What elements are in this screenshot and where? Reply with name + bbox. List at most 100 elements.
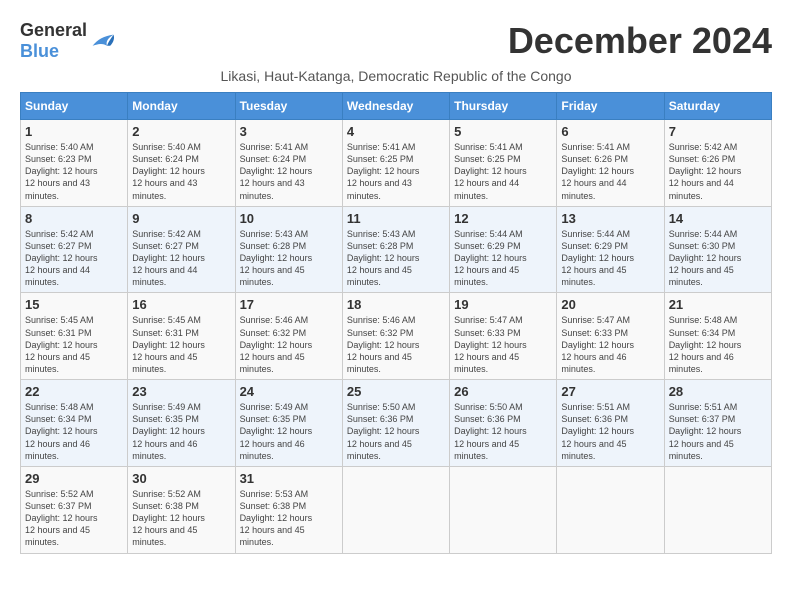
day-info: Sunrise: 5:40 AMSunset: 6:23 PMDaylight:…	[25, 141, 123, 202]
day-info: Sunrise: 5:45 AMSunset: 6:31 PMDaylight:…	[132, 314, 230, 375]
calendar-cell: 14 Sunrise: 5:44 AMSunset: 6:30 PMDayligh…	[664, 206, 771, 293]
day-info: Sunrise: 5:43 AMSunset: 6:28 PMDaylight:…	[240, 228, 338, 289]
day-header-tuesday: Tuesday	[235, 93, 342, 120]
calendar-cell: 20Sunrise: 5:47 AMSunset: 6:33 PMDayligh…	[557, 293, 664, 380]
calendar-cell: 12 Sunrise: 5:44 AMSunset: 6:29 PMDayligh…	[450, 206, 557, 293]
day-info: Sunrise: 5:51 AMSunset: 6:37 PMDaylight:…	[669, 401, 767, 462]
day-number: 29	[25, 471, 123, 486]
calendar-cell	[664, 466, 771, 553]
calendar-week-1: 1 Sunrise: 5:40 AMSunset: 6:23 PMDaylight…	[21, 120, 772, 207]
calendar-cell: 19 Sunrise: 5:47 AMSunset: 6:33 PMDayligh…	[450, 293, 557, 380]
day-number: 23	[132, 384, 230, 399]
calendar-table: SundayMondayTuesdayWednesdayThursdayFrid…	[20, 92, 772, 554]
calendar-cell: 5Sunrise: 5:41 AMSunset: 6:25 PMDaylight…	[450, 120, 557, 207]
day-header-thursday: Thursday	[450, 93, 557, 120]
calendar-cell: 7 Sunrise: 5:42 AMSunset: 6:26 PMDaylight…	[664, 120, 771, 207]
day-info: Sunrise: 5:52 AMSunset: 6:37 PMDaylight:…	[25, 488, 123, 549]
day-info: Sunrise: 5:41 AMSunset: 6:26 PMDaylight:…	[561, 141, 659, 202]
logo: General Blue	[20, 20, 115, 62]
logo-general: General	[20, 20, 87, 40]
day-info: Sunrise: 5:44 AMSunset: 6:30 PMDaylight:…	[669, 228, 767, 289]
calendar-cell: 29 Sunrise: 5:52 AMSunset: 6:37 PMDayligh…	[21, 466, 128, 553]
day-number: 5	[454, 124, 552, 139]
day-number: 9	[132, 211, 230, 226]
day-number: 8	[25, 211, 123, 226]
day-number: 1	[25, 124, 123, 139]
day-info: Sunrise: 5:42 AMSunset: 6:27 PMDaylight:…	[132, 228, 230, 289]
day-number: 24	[240, 384, 338, 399]
day-info: Sunrise: 5:41 AMSunset: 6:24 PMDaylight:…	[240, 141, 338, 202]
calendar-cell: 30 Sunrise: 5:52 AMSunset: 6:38 PMDayligh…	[128, 466, 235, 553]
day-number: 3	[240, 124, 338, 139]
day-info: Sunrise: 5:43 AMSunset: 6:28 PMDaylight:…	[347, 228, 445, 289]
day-info: Sunrise: 5:42 AMSunset: 6:27 PMDaylight:…	[25, 228, 123, 289]
day-number: 14	[669, 211, 767, 226]
day-header-monday: Monday	[128, 93, 235, 120]
day-number: 2	[132, 124, 230, 139]
calendar-cell: 3 Sunrise: 5:41 AMSunset: 6:24 PMDaylight…	[235, 120, 342, 207]
calendar-cell: 25Sunrise: 5:50 AMSunset: 6:36 PMDayligh…	[342, 380, 449, 467]
day-number: 6	[561, 124, 659, 139]
calendar-cell: 17Sunrise: 5:46 AMSunset: 6:32 PMDayligh…	[235, 293, 342, 380]
day-number: 30	[132, 471, 230, 486]
calendar-cell: 13Sunrise: 5:44 AMSunset: 6:29 PMDayligh…	[557, 206, 664, 293]
calendar-week-3: 15 Sunrise: 5:45 AMSunset: 6:31 PMDayligh…	[21, 293, 772, 380]
calendar-cell: 9 Sunrise: 5:42 AMSunset: 6:27 PMDaylight…	[128, 206, 235, 293]
calendar-cell: 22 Sunrise: 5:48 AMSunset: 6:34 PMDayligh…	[21, 380, 128, 467]
day-info: Sunrise: 5:48 AMSunset: 6:34 PMDaylight:…	[25, 401, 123, 462]
calendar-cell: 4Sunrise: 5:41 AMSunset: 6:25 PMDaylight…	[342, 120, 449, 207]
logo-text: General Blue	[20, 20, 87, 62]
day-info: Sunrise: 5:50 AMSunset: 6:36 PMDaylight:…	[454, 401, 552, 462]
calendar-week-2: 8 Sunrise: 5:42 AMSunset: 6:27 PMDaylight…	[21, 206, 772, 293]
header: General Blue December 2024	[20, 20, 772, 62]
day-info: Sunrise: 5:45 AMSunset: 6:31 PMDaylight:…	[25, 314, 123, 375]
day-header-wednesday: Wednesday	[342, 93, 449, 120]
day-info: Sunrise: 5:47 AMSunset: 6:33 PMDaylight:…	[561, 314, 659, 375]
calendar-cell: 10 Sunrise: 5:43 AMSunset: 6:28 PMDayligh…	[235, 206, 342, 293]
calendar-cell: 15 Sunrise: 5:45 AMSunset: 6:31 PMDayligh…	[21, 293, 128, 380]
day-header-saturday: Saturday	[664, 93, 771, 120]
day-info: Sunrise: 5:42 AMSunset: 6:26 PMDaylight:…	[669, 141, 767, 202]
calendar-cell: 23Sunrise: 5:49 AMSunset: 6:35 PMDayligh…	[128, 380, 235, 467]
logo-blue: Blue	[20, 41, 59, 61]
month-title: December 2024	[508, 20, 772, 62]
calendar-cell: 2 Sunrise: 5:40 AMSunset: 6:24 PMDaylight…	[128, 120, 235, 207]
calendar-cell	[450, 466, 557, 553]
calendar-cell: 6 Sunrise: 5:41 AMSunset: 6:26 PMDaylight…	[557, 120, 664, 207]
calendar-cell: 31 Sunrise: 5:53 AMSunset: 6:38 PMDayligh…	[235, 466, 342, 553]
day-info: Sunrise: 5:46 AMSunset: 6:32 PMDaylight:…	[347, 314, 445, 375]
calendar-cell: 27Sunrise: 5:51 AMSunset: 6:36 PMDayligh…	[557, 380, 664, 467]
day-number: 10	[240, 211, 338, 226]
day-header-friday: Friday	[557, 93, 664, 120]
calendar-week-4: 22 Sunrise: 5:48 AMSunset: 6:34 PMDayligh…	[21, 380, 772, 467]
day-number: 21	[669, 297, 767, 312]
day-info: Sunrise: 5:46 AMSunset: 6:32 PMDaylight:…	[240, 314, 338, 375]
day-number: 19	[454, 297, 552, 312]
day-number: 7	[669, 124, 767, 139]
day-info: Sunrise: 5:44 AMSunset: 6:29 PMDaylight:…	[454, 228, 552, 289]
day-info: Sunrise: 5:49 AMSunset: 6:35 PMDaylight:…	[240, 401, 338, 462]
day-header-sunday: Sunday	[21, 93, 128, 120]
subtitle: Likasi, Haut-Katanga, Democratic Republi…	[20, 68, 772, 84]
calendar-cell	[557, 466, 664, 553]
calendar-cell	[342, 466, 449, 553]
day-number: 22	[25, 384, 123, 399]
day-number: 25	[347, 384, 445, 399]
day-number: 12	[454, 211, 552, 226]
day-info: Sunrise: 5:47 AMSunset: 6:33 PMDaylight:…	[454, 314, 552, 375]
day-number: 16	[132, 297, 230, 312]
calendar-cell: 11Sunrise: 5:43 AMSunset: 6:28 PMDayligh…	[342, 206, 449, 293]
calendar-week-5: 29 Sunrise: 5:52 AMSunset: 6:37 PMDayligh…	[21, 466, 772, 553]
calendar-cell: 28Sunrise: 5:51 AMSunset: 6:37 PMDayligh…	[664, 380, 771, 467]
day-info: Sunrise: 5:44 AMSunset: 6:29 PMDaylight:…	[561, 228, 659, 289]
day-info: Sunrise: 5:52 AMSunset: 6:38 PMDaylight:…	[132, 488, 230, 549]
day-number: 26	[454, 384, 552, 399]
calendar-cell: 18Sunrise: 5:46 AMSunset: 6:32 PMDayligh…	[342, 293, 449, 380]
day-number: 15	[25, 297, 123, 312]
calendar-cell: 1 Sunrise: 5:40 AMSunset: 6:23 PMDaylight…	[21, 120, 128, 207]
logo-bird-icon	[91, 31, 115, 51]
day-number: 31	[240, 471, 338, 486]
day-info: Sunrise: 5:53 AMSunset: 6:38 PMDaylight:…	[240, 488, 338, 549]
calendar-cell: 16 Sunrise: 5:45 AMSunset: 6:31 PMDayligh…	[128, 293, 235, 380]
day-info: Sunrise: 5:40 AMSunset: 6:24 PMDaylight:…	[132, 141, 230, 202]
